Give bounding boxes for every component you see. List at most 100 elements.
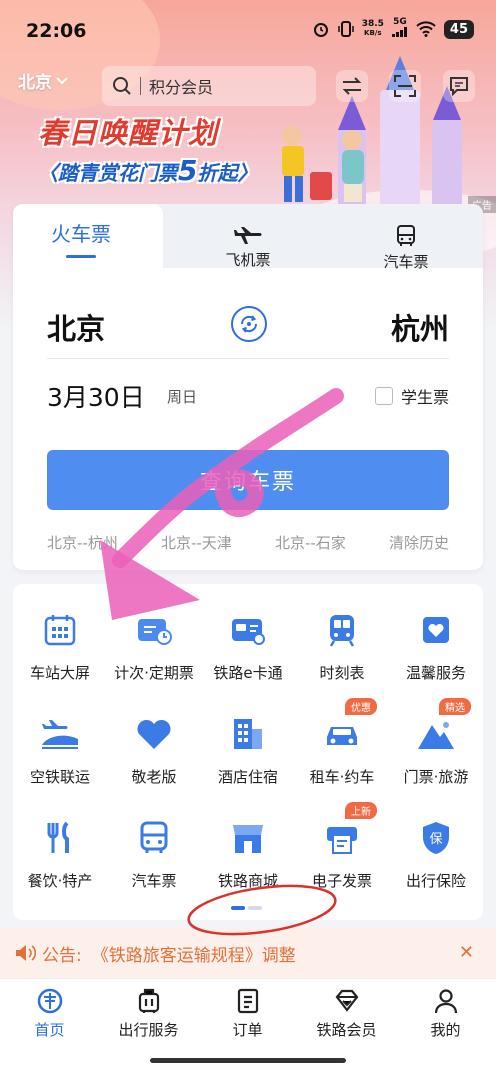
search-divider [140, 77, 141, 95]
tab-plane-label: 飞机票 [225, 250, 271, 269]
promo-subtitle: 〈踏青赏花门票5折起〉 [38, 154, 258, 187]
service-tickets-travel[interactable]: 精选 门票·旅游 [389, 698, 483, 810]
tab-train-label: 火车票 [51, 222, 111, 246]
message-button[interactable] [443, 70, 475, 102]
service-care[interactable]: 温馨服务 [389, 602, 483, 706]
ticket-type-tabs: 火车票 飞机票 汽车票 [13, 204, 483, 272]
home-logo-icon [37, 988, 62, 1014]
city-label: 北京 [18, 73, 52, 93]
student-ticket-label: 学生票 [400, 388, 449, 407]
clear-history-link[interactable]: 清除历史 [389, 532, 449, 553]
promo-badge: 优惠 [345, 698, 377, 715]
nav-travel-services[interactable]: 出行服务 [99, 987, 198, 1040]
rail-card-icon [228, 610, 268, 650]
home-indicator [150, 1058, 346, 1063]
announcement-text: 《铁路旅客运输规程》调整 [91, 945, 296, 966]
chevron-down-icon [56, 76, 68, 84]
swap-arrows-button[interactable] [336, 70, 368, 102]
order-list-icon [237, 988, 258, 1014]
service-rail-ecard[interactable]: 铁路e卡通 [201, 602, 295, 706]
nav-orders[interactable]: 订单 [198, 987, 297, 1040]
history-item[interactable]: 北京--石家 [275, 532, 346, 553]
scan-icon [394, 75, 416, 97]
shield-icon: 保 [416, 818, 456, 858]
store-icon [228, 818, 268, 858]
student-checkbox[interactable] [374, 387, 393, 405]
tab-plane-ticket[interactable]: 飞机票 [213, 214, 283, 282]
ticket-search-card: 火车票 飞机票 汽车票 北京 杭州 3月30日 周日 学生票 查询车票 北京--… [13, 204, 483, 570]
announcement-label: 公告: [42, 945, 82, 966]
nav-rail-member[interactable]: 铁路会员 [297, 987, 396, 1040]
signal-strength: 5G [391, 18, 408, 40]
scan-button[interactable] [389, 70, 421, 102]
divider [47, 358, 449, 359]
services-page-indicator [231, 906, 262, 910]
tab-bus-label: 汽车票 [383, 252, 429, 271]
service-dining[interactable]: 餐饮·特产 [13, 810, 107, 914]
service-timetable[interactable]: 时刻表 [295, 602, 389, 706]
alarm-icon [313, 23, 328, 37]
history-item[interactable]: 北京--天津 [161, 532, 232, 553]
service-elderly-mode[interactable]: 敬老版 [107, 706, 201, 810]
new-badge: 上新 [345, 802, 377, 819]
promo-text[interactable]: 春日唤醒计划 〈踏青赏花门票5折起〉 [38, 110, 257, 187]
diamond-icon [335, 989, 358, 1012]
heart-icon [134, 714, 174, 754]
service-travel-insurance[interactable]: 保 出行保险 [389, 810, 483, 914]
featured-badge: 精选 [439, 698, 471, 715]
service-hotel[interactable]: 酒店住宿 [201, 706, 295, 810]
search-input[interactable]: 积分会员 [102, 66, 316, 106]
history-item[interactable]: 北京--杭州 [47, 532, 118, 553]
luggage-icon [138, 988, 159, 1013]
city-selector[interactable]: 北京 [18, 68, 68, 93]
query-tickets-button[interactable]: 查询车票 [47, 450, 449, 510]
close-icon[interactable]: ✕ [459, 942, 474, 963]
ticket-clock-icon [134, 610, 174, 650]
departure-weekday: 周日 [167, 388, 198, 406]
tab-bus-ticket[interactable]: 汽车票 [371, 214, 441, 282]
service-station-screen[interactable]: 车站大屏 [13, 602, 107, 706]
svg-text:保: 保 [429, 832, 442, 847]
heart-box-icon [416, 610, 456, 650]
signal-icon [391, 27, 407, 37]
status-bar: 22:06 38.5 KB/s 5G 45 [0, 0, 496, 60]
swap-arrows-icon [342, 77, 362, 95]
airplane-icon [234, 226, 262, 244]
hotel-building-icon [228, 714, 268, 754]
departure-city[interactable]: 北京 [47, 306, 105, 348]
date-selector[interactable]: 3月30日 周日 学生票 [47, 378, 449, 418]
vibrate-icon [337, 21, 354, 37]
plane-train-icon [40, 714, 80, 754]
travelers-illustration [282, 126, 364, 202]
clock: 22:06 [26, 20, 87, 42]
bus-icon [134, 818, 174, 858]
car-icon [322, 714, 362, 754]
wifi-icon [416, 21, 436, 37]
calendar-grid-icon [40, 610, 80, 650]
active-tab-indicator [66, 255, 96, 258]
service-e-invoice[interactable]: 上新 电子发票 [295, 802, 389, 914]
battery-indicator: 45 [443, 19, 474, 39]
service-car-rental[interactable]: 优惠 租车·约车 [295, 698, 389, 810]
swap-cities-icon [240, 315, 258, 333]
tab-train-ticket[interactable]: 火车票 [33, 204, 129, 272]
nav-home[interactable]: 首页 [0, 987, 99, 1040]
nav-profile[interactable]: 我的 [396, 987, 495, 1040]
service-bus-ticket[interactable]: 汽车票 [107, 810, 201, 914]
search-history: 北京--杭州 北京--天津 北京--石家 清除历史 [47, 532, 449, 553]
service-air-rail[interactable]: 空铁联运 [13, 706, 107, 810]
service-periodic-ticket[interactable]: 计次·定期票 [107, 602, 201, 706]
service-rail-mall[interactable]: 铁路商城 [201, 810, 295, 914]
arrival-city[interactable]: 杭州 [391, 306, 449, 348]
net-speed: 38.5 KB/s [361, 19, 384, 38]
announcement-bar[interactable]: 公告: 《铁路旅客运输规程》调整 ✕ [0, 928, 496, 978]
student-ticket-toggle[interactable]: 学生票 [374, 384, 449, 408]
swap-cities-button[interactable] [231, 306, 267, 342]
train-front-icon [322, 610, 362, 650]
promo-title: 春日唤醒计划 [38, 116, 219, 150]
user-icon [434, 989, 457, 1014]
invoice-printer-icon [322, 818, 362, 858]
services-grid-card: 车站大屏 计次·定期票 铁路e卡通 时刻表 温馨服务 空铁联运 敬老版 酒店住宿… [13, 584, 483, 920]
search-icon [113, 77, 131, 95]
bottom-navigation: 首页 出行服务 订单 铁路会员 我的 [0, 978, 496, 1068]
